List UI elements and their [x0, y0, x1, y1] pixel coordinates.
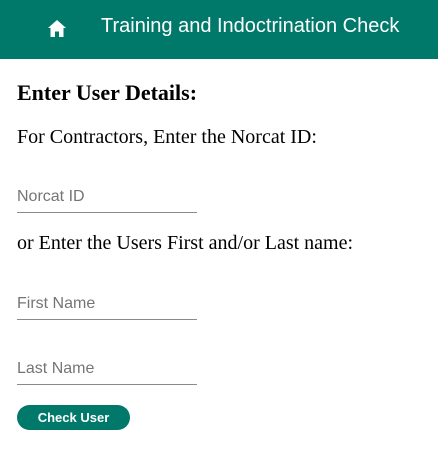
norcat-id-input[interactable] — [17, 182, 197, 213]
check-user-button[interactable]: Check User — [17, 405, 130, 430]
home-button[interactable] — [46, 18, 68, 40]
form-heading: Enter User Details: — [17, 80, 198, 105]
name-prompt: or Enter the Users First and/or Last nam… — [17, 232, 354, 254]
page-title: Training and Indoctrination Check — [101, 15, 400, 37]
contractor-prompt: For Contractors, Enter the Norcat ID: — [17, 126, 317, 148]
home-icon — [48, 20, 66, 37]
first-name-input[interactable] — [17, 289, 197, 320]
last-name-input[interactable] — [17, 354, 197, 385]
app-header: Training and Indoctrination Check — [0, 0, 438, 59]
